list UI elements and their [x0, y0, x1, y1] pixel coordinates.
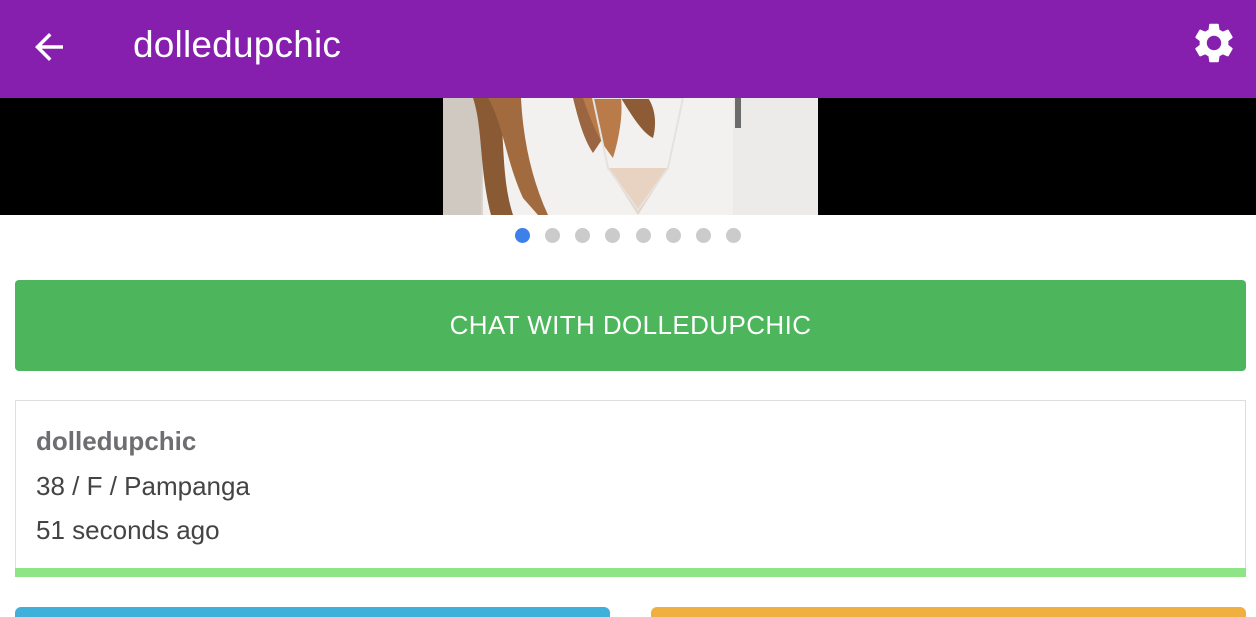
app-bar: dolledupchic: [0, 0, 1256, 98]
last-seen: 51 seconds ago: [36, 515, 220, 545]
chat-button[interactable]: CHAT WITH DOLLEDUPCHIC: [15, 280, 1246, 371]
gallery-pagination: [0, 228, 1256, 244]
pagination-dot[interactable]: [575, 228, 591, 243]
profile-card: dolledupchic 38 / F / Pampanga 51 second…: [15, 400, 1246, 569]
pagination-dot[interactable]: [726, 228, 742, 243]
profile-username: dolledupchic: [36, 426, 197, 456]
bottom-left-button[interactable]: [15, 607, 610, 617]
bottom-right-button[interactable]: [651, 607, 1246, 617]
page-title: dolledupchic: [133, 24, 342, 65]
profile-details: 38 / F / Pampanga: [36, 471, 250, 501]
profile-photo[interactable]: [443, 98, 818, 215]
online-status-bar: [15, 568, 1246, 577]
pagination-dot[interactable]: [545, 228, 561, 243]
pagination-dot[interactable]: [695, 228, 711, 243]
arrow-back-icon[interactable]: [28, 26, 70, 68]
pagination-dot[interactable]: [605, 228, 621, 243]
pagination-dot[interactable]: [665, 228, 681, 243]
photo-gallery[interactable]: [0, 98, 1256, 215]
gear-icon[interactable]: [1190, 19, 1238, 67]
pagination-dot[interactable]: [514, 228, 530, 243]
pagination-dot[interactable]: [635, 228, 651, 243]
